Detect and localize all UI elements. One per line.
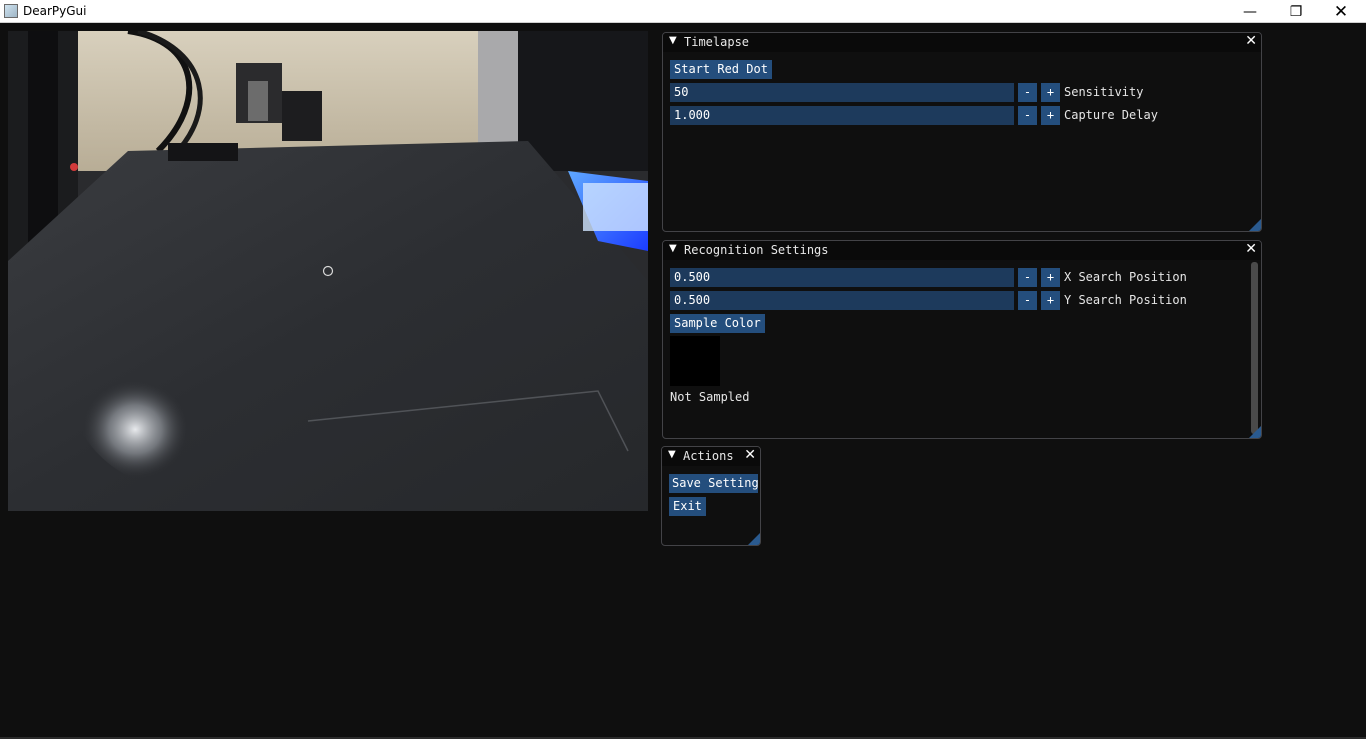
camera-image bbox=[8, 31, 648, 511]
maximize-button[interactable]: ❐ bbox=[1273, 0, 1319, 23]
x-search-position-label: X Search Position bbox=[1064, 270, 1187, 284]
actions-title: Actions bbox=[683, 449, 734, 463]
close-window-button[interactable]: ✕ bbox=[1318, 0, 1364, 23]
app-title: DearPyGui bbox=[23, 4, 87, 18]
sample-color-button[interactable]: Sample Color bbox=[670, 314, 765, 333]
sensitivity-input[interactable]: 50 bbox=[670, 83, 1014, 102]
capture-delay-decrement-button[interactable]: - bbox=[1018, 106, 1037, 125]
capture-delay-increment-button[interactable]: + bbox=[1041, 106, 1060, 125]
timelapse-titlebar[interactable]: ▼ Timelapse ✕ bbox=[663, 33, 1261, 52]
collapse-arrow-icon[interactable]: ▼ bbox=[669, 243, 677, 254]
resize-grip[interactable] bbox=[748, 533, 760, 545]
resize-grip[interactable] bbox=[1249, 426, 1261, 438]
os-title-bar: DearPyGui — ❐ ✕ bbox=[0, 0, 1366, 23]
scrollbar[interactable] bbox=[1251, 262, 1258, 434]
recognition-titlebar[interactable]: ▼ Recognition Settings ✕ bbox=[663, 241, 1261, 260]
save-setting-button[interactable]: Save Setting bbox=[669, 474, 758, 493]
close-icon[interactable]: ✕ bbox=[1245, 241, 1257, 257]
recognition-title: Recognition Settings bbox=[684, 243, 829, 257]
recognition-settings-window: ▼ Recognition Settings ✕ 0.500 - + X Sea… bbox=[662, 240, 1262, 439]
actions-titlebar[interactable]: ▼ Actions ✕ bbox=[662, 447, 760, 466]
capture-delay-label: Capture Delay bbox=[1064, 108, 1158, 122]
sensitivity-decrement-button[interactable]: - bbox=[1018, 83, 1037, 102]
collapse-arrow-icon[interactable]: ▼ bbox=[669, 35, 677, 46]
sensitivity-label: Sensitivity bbox=[1064, 85, 1144, 99]
y-search-increment-button[interactable]: + bbox=[1041, 291, 1060, 310]
minimize-button[interactable]: — bbox=[1227, 0, 1273, 23]
timelapse-window: ▼ Timelapse ✕ Start Red Dot 50 - + Sensi… bbox=[662, 32, 1262, 232]
y-search-position-label: Y Search Position bbox=[1064, 293, 1187, 307]
start-red-dot-button[interactable]: Start Red Dot bbox=[670, 60, 772, 79]
y-search-position-input[interactable]: 0.500 bbox=[670, 291, 1014, 310]
capture-delay-input[interactable]: 1.000 bbox=[670, 106, 1014, 125]
app-icon bbox=[4, 4, 18, 18]
sample-status-text: Not Sampled bbox=[670, 390, 750, 404]
resize-grip[interactable] bbox=[1249, 219, 1261, 231]
exit-button[interactable]: Exit bbox=[669, 497, 706, 516]
x-search-position-input[interactable]: 0.500 bbox=[670, 268, 1014, 287]
close-icon[interactable]: ✕ bbox=[744, 447, 756, 463]
close-icon[interactable]: ✕ bbox=[1245, 33, 1257, 49]
collapse-arrow-icon[interactable]: ▼ bbox=[668, 449, 676, 460]
x-search-increment-button[interactable]: + bbox=[1041, 268, 1060, 287]
color-swatch bbox=[670, 336, 720, 386]
y-search-decrement-button[interactable]: - bbox=[1018, 291, 1037, 310]
sensitivity-increment-button[interactable]: + bbox=[1041, 83, 1060, 102]
scrollbar-thumb[interactable] bbox=[1251, 262, 1258, 434]
x-search-decrement-button[interactable]: - bbox=[1018, 268, 1037, 287]
camera-preview[interactable] bbox=[8, 31, 648, 511]
timelapse-title: Timelapse bbox=[684, 35, 750, 49]
actions-window: ▼ Actions ✕ Save Setting Exit bbox=[661, 446, 761, 546]
